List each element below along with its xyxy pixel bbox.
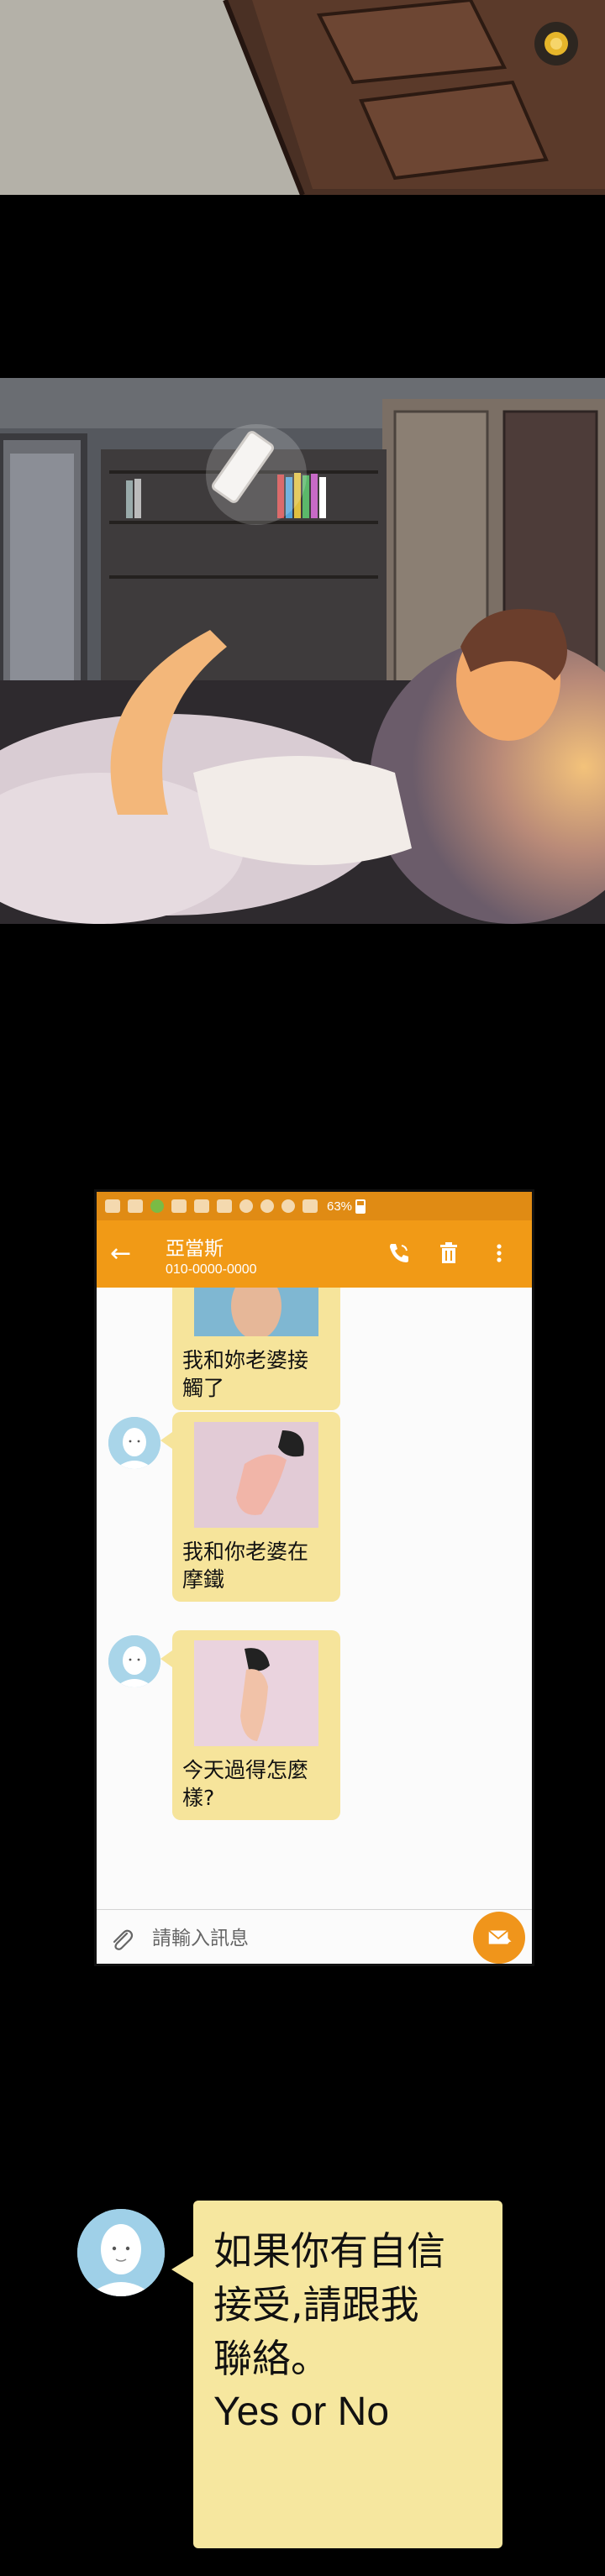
message-text: 我和妳老婆接 觸了 — [182, 1348, 309, 1400]
phone-notification-icon — [150, 1199, 164, 1213]
chat-notification-icon — [105, 1199, 120, 1213]
battery-percent: 63% — [327, 1199, 353, 1214]
alarm-icon — [260, 1199, 274, 1213]
sender-avatar[interactable] — [108, 1635, 160, 1687]
message-text: 我和你老婆在 摩鐵 — [182, 1540, 309, 1592]
gallery-icon — [194, 1199, 209, 1213]
message-photo[interactable] — [194, 1288, 318, 1336]
person-icon — [128, 1199, 143, 1213]
message-list[interactable]: 我和妳老婆接 觸了 我和你老婆在 摩鐵 今天過得怎麼 樣? — [97, 1288, 532, 1909]
call-button[interactable] — [384, 1239, 413, 1267]
photo-thumbnail — [194, 1640, 318, 1746]
photo-thumbnail — [194, 1288, 318, 1336]
message-input[interactable] — [152, 1922, 463, 1955]
arrow-left-icon: ← — [110, 1239, 132, 1268]
call-icon — [390, 1244, 408, 1262]
message-bubble[interactable]: 我和妳老婆接 觸了 — [172, 1288, 340, 1410]
contact-name: 亞當斯 — [166, 1238, 224, 1260]
message-bubble[interactable]: 我和你老婆在 摩鐵 — [160, 1412, 340, 1602]
message-text-chinese: 如果你有自信 接受,請跟我 聯絡。 — [213, 2228, 445, 2381]
message-photo[interactable] — [194, 1640, 318, 1746]
send-button[interactable] — [473, 1912, 525, 1964]
sender-avatar[interactable] — [108, 1417, 160, 1469]
wifi-icon — [281, 1199, 295, 1213]
app-bar: ← 亞當斯 010-0000-0000 — [97, 1220, 532, 1288]
contact-number: 010-0000-0000 — [166, 1262, 257, 1277]
bedroom-illustration — [0, 378, 605, 924]
status-bar: 63% — [97, 1192, 532, 1220]
door-panel — [0, 0, 605, 195]
send-mail-icon — [488, 1929, 512, 1944]
photo-thumbnail — [194, 1422, 318, 1528]
battery-icon — [355, 1199, 366, 1214]
attach-button[interactable] — [107, 1925, 137, 1955]
sender-avatar-large — [77, 2209, 165, 2296]
message-photo[interactable] — [194, 1422, 318, 1528]
signal-icon — [302, 1199, 318, 1213]
back-button[interactable]: ← — [110, 1239, 140, 1269]
battery-indicator: 63% — [327, 1199, 366, 1214]
person-avatar-icon — [108, 1635, 160, 1687]
trash-icon — [440, 1242, 457, 1263]
app-icon — [171, 1199, 187, 1213]
phone-screen: 63% ← 亞當斯 010-0000-0000 我和妳老婆接 觸了 我和你老婆在… — [94, 1189, 534, 1966]
person-avatar-icon — [108, 1417, 160, 1469]
bedroom-panel — [0, 378, 605, 924]
door-illustration — [0, 0, 605, 195]
delete-button[interactable] — [434, 1239, 463, 1267]
bluetooth-icon — [239, 1199, 253, 1213]
message-text-english: Yes or No — [213, 2390, 390, 2434]
message-bubble[interactable]: 今天過得怎麼 樣? — [160, 1630, 340, 1820]
paperclip-icon — [113, 1929, 134, 1950]
message-bubble-large: 如果你有自信 接受,請跟我 聯絡。 Yes or No — [171, 2201, 502, 2548]
message-text: 今天過得怎麼 樣? — [182, 1758, 309, 1810]
message-input-bar — [97, 1909, 532, 1964]
mail-icon — [217, 1199, 232, 1213]
more-vert-icon — [497, 1244, 502, 1262]
person-avatar-icon — [77, 2209, 165, 2296]
more-options-button[interactable] — [485, 1239, 513, 1267]
